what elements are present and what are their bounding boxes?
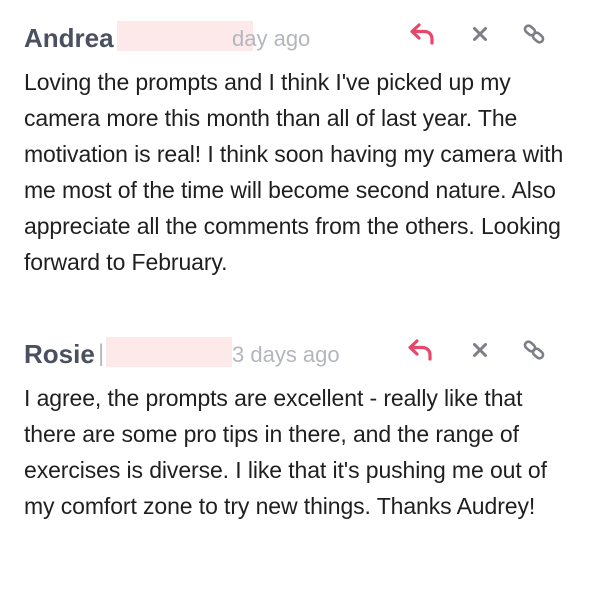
delete-button[interactable] [464,334,496,366]
redacted-name [106,337,232,367]
reply-button[interactable] [404,334,436,366]
comment-timestamp: day ago [232,26,311,51]
comment-body: I agree, the prompts are excellent - rea… [24,385,547,519]
comment-meta: Rosie | 3 days ago [24,334,576,374]
comment-author[interactable]: Andrea [24,23,114,54]
delete-button[interactable] [464,18,496,50]
comment: Rosie | 3 days ago I agree, the prompts … [24,334,576,524]
permalink-button[interactable] [518,18,550,50]
reply-arrow-icon [410,23,434,45]
comment-timestamp: 3 days ago [232,342,340,367]
close-x-icon [473,27,487,41]
comment-actions [404,18,564,52]
chain-link-icon [523,340,545,360]
close-x-icon [473,343,487,357]
name-separator: | [98,340,105,367]
comment-meta: Andrea day ago [24,18,576,58]
reply-button[interactable] [406,18,438,50]
comment-author[interactable]: Rosie [24,339,95,370]
chain-link-icon [523,24,545,44]
permalink-button[interactable] [518,334,550,366]
reply-arrow-icon [408,339,432,361]
comment: Andrea day ago Loving the prompts and I … [24,18,576,280]
comment-body: Loving the prompts and I think I've pick… [24,69,564,275]
comment-actions [404,334,564,368]
